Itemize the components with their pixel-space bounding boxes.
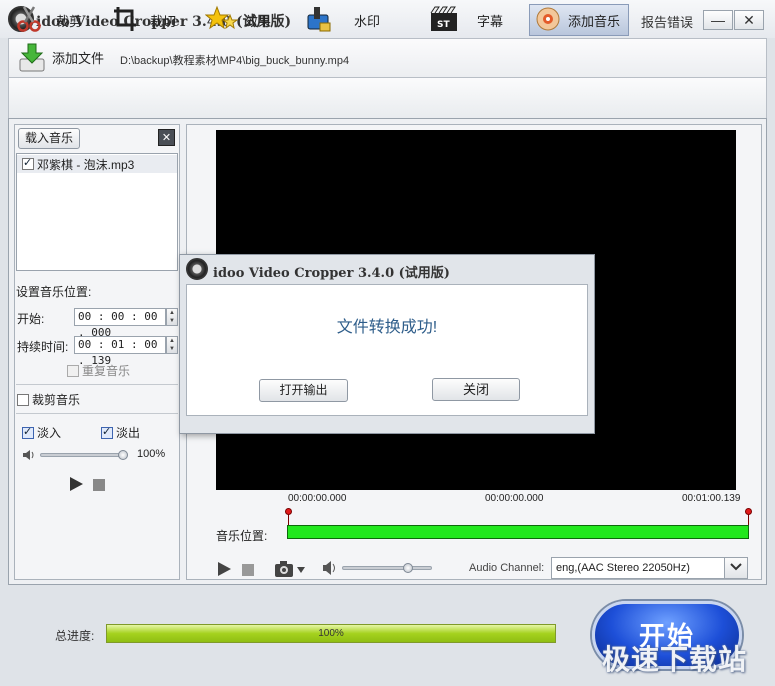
tool-add-music-label: 添加音乐 — [568, 13, 621, 29]
music-position-label: 音乐位置: — [216, 529, 268, 543]
chevron-down-icon[interactable] — [724, 558, 747, 578]
tool-subtitle-label: 字幕 — [477, 13, 504, 29]
play-icon[interactable] — [217, 561, 232, 580]
minimize-button[interactable]: — — [703, 10, 733, 30]
music-volume-knob[interactable] — [118, 450, 128, 460]
timeline-current-time: 00:00:00.000 — [485, 493, 544, 504]
toolbar — [8, 78, 767, 118]
tool-subtitle[interactable]: ST 字幕 — [429, 4, 503, 36]
trim-music-checkbox[interactable] — [17, 393, 29, 406]
audio-channel-label: Audio Channel: — [469, 562, 545, 574]
dialog-title: idoo Video Cropper 3.4.0 (试用版) — [213, 266, 450, 281]
music-stop-icon[interactable] — [93, 479, 105, 491]
add-file-button[interactable]: 添加文件 — [52, 48, 104, 67]
repeat-music-option[interactable]: 重复音乐 — [67, 362, 130, 379]
music-item-name: 邓紫棋 - 泡沫.mp3 — [37, 157, 135, 172]
stop-icon[interactable] — [242, 564, 254, 576]
fade-in-option[interactable]: 淡入 — [22, 424, 61, 441]
start-label: 开始: — [17, 312, 45, 326]
fade-out-checkbox[interactable] — [101, 425, 113, 439]
volume-knob[interactable] — [403, 563, 413, 573]
stars-icon — [204, 5, 239, 36]
divider — [16, 413, 178, 414]
site-watermark: 极速下载站 — [602, 644, 748, 675]
divider — [16, 384, 178, 385]
duration-time-field[interactable]: 00 : 01 : 00 . 139 — [74, 336, 166, 367]
tool-cut-label: 裁剪 — [56, 13, 83, 29]
total-progress-label: 总进度: — [55, 629, 95, 643]
tool-watermark-label: 水印 — [354, 13, 381, 29]
music-item-checkbox[interactable] — [22, 156, 34, 170]
watermark-icon — [304, 5, 334, 36]
music-volume-icon — [22, 448, 36, 465]
timeline-start-time: 00:00:00.000 — [288, 493, 347, 504]
repeat-music-label: 重复音乐 — [82, 364, 131, 378]
remove-music-button[interactable]: ✕ — [158, 129, 175, 146]
crop-icon — [112, 5, 138, 36]
tool-effects-label: 效果 — [245, 13, 272, 29]
open-output-button[interactable]: 打开输出 — [259, 379, 348, 402]
tool-add-music[interactable]: 添加音乐 — [529, 4, 629, 36]
dialog-message: 文件转换成功! — [336, 319, 438, 336]
duration-time-spinner[interactable]: ▲ ▼ — [166, 336, 178, 354]
duration-label: 持续时间: — [17, 340, 69, 354]
fade-out-label: 淡出 — [116, 426, 141, 440]
file-path: D:\backup\教程素材\MP4\big_buck_bunny.mp4 — [120, 55, 350, 67]
tool-effects[interactable]: 效果 — [204, 4, 272, 36]
trim-music-label: 裁剪音乐 — [32, 393, 81, 407]
repeat-music-checkbox[interactable] — [67, 364, 79, 377]
load-music-button[interactable]: 载入音乐 — [18, 128, 80, 149]
tool-crop-label: 裁切 — [150, 13, 177, 29]
music-volume-value: 100% — [137, 448, 166, 460]
volume-icon — [322, 560, 338, 579]
start-time-field[interactable]: 00 : 00 : 00 . 000 — [74, 308, 166, 339]
start-time-spinner[interactable]: ▲ ▼ — [166, 308, 178, 326]
trim-music-option[interactable]: 裁剪音乐 — [17, 391, 80, 408]
music-position-track[interactable] — [287, 525, 749, 539]
fade-out-option[interactable]: 淡出 — [101, 424, 140, 441]
tool-watermark[interactable]: 水印 — [304, 4, 380, 36]
audio-channel-select[interactable]: eng,(AAC Stereo 22050Hz) — [551, 557, 748, 579]
music-volume-slider[interactable] — [40, 453, 126, 457]
report-error-link[interactable]: 报告错误 — [641, 12, 693, 31]
dialog-logo-icon — [186, 258, 208, 280]
volume-slider[interactable] — [342, 566, 432, 570]
timeline-end-time: 00:01:00.139 — [682, 493, 741, 504]
dialog-close-button[interactable]: 关闭 — [432, 378, 520, 401]
svg-text:ST: ST — [437, 20, 450, 30]
music-play-icon[interactable] — [68, 476, 84, 495]
fade-in-checkbox[interactable] — [22, 425, 34, 439]
tool-crop[interactable]: 裁切 — [112, 4, 176, 36]
snapshot-icon[interactable] — [274, 560, 306, 581]
music-list-item[interactable]: 邓紫棋 - 泡沫.mp3 — [17, 155, 177, 173]
subtitle-icon: ST — [429, 5, 459, 36]
close-button[interactable]: ✕ — [734, 10, 764, 30]
scissors-icon — [16, 5, 42, 36]
tool-cut[interactable]: 裁剪 — [16, 4, 82, 36]
music-position-heading: 设置音乐位置: — [16, 285, 92, 299]
add-file-icon[interactable] — [17, 42, 47, 74]
total-progress-bar: 100% — [106, 624, 556, 643]
fade-in-label: 淡入 — [37, 426, 62, 440]
music-disc-icon — [534, 5, 562, 36]
dialog-body — [186, 284, 588, 416]
